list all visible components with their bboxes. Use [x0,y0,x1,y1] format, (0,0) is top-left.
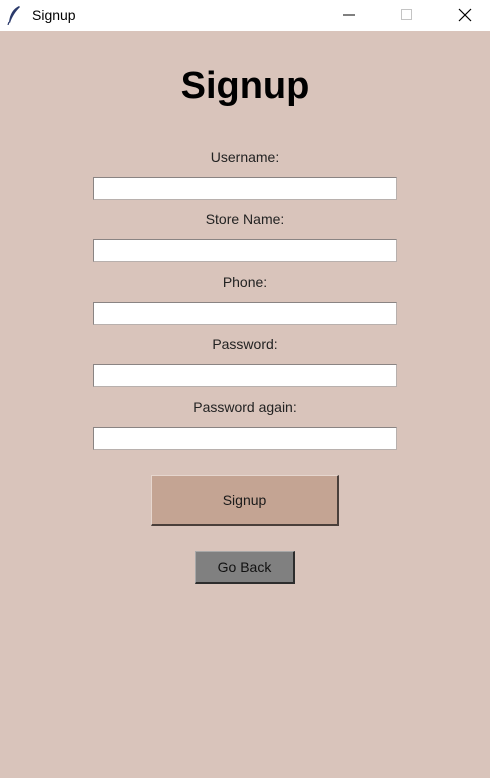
username-field[interactable] [93,177,397,200]
username-label: Username: [210,149,280,165]
password-field[interactable] [93,364,397,387]
close-icon [458,8,472,22]
title-bar[interactable]: Signup [0,0,490,31]
close-button[interactable] [436,0,490,31]
page-title: Signup [180,65,310,107]
minimize-button[interactable] [320,0,378,31]
feather-icon [6,5,22,26]
window-title: Signup [32,7,76,23]
store-name-field[interactable] [93,239,397,262]
minimize-icon [343,14,355,16]
go-back-button[interactable]: Go Back [195,551,295,584]
password-again-label: Password again: [193,399,297,415]
phone-field[interactable] [93,302,397,325]
password-again-field[interactable] [93,427,397,450]
phone-label: Phone: [222,274,268,290]
signup-window: Signup Signup Username: Store Name: Phon… [0,0,490,778]
password-label: Password: [212,336,278,352]
store-name-label: Store Name: [205,211,285,227]
signup-form: Signup Username: Store Name: Phone: Pass… [0,31,490,778]
maximize-icon [401,9,412,20]
signup-button[interactable]: Signup [151,475,339,526]
maximize-button[interactable] [378,0,436,31]
